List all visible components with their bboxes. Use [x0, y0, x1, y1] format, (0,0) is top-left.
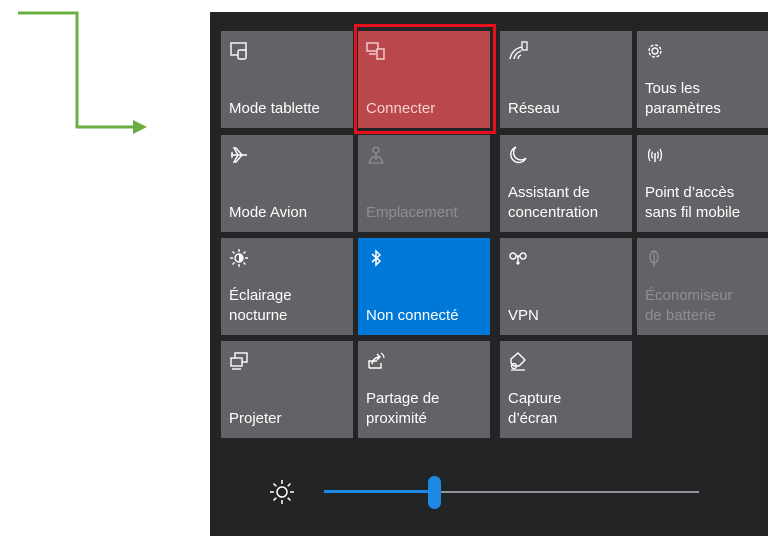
moon-icon [508, 145, 528, 165]
tile-label: Réseau [508, 100, 560, 117]
tile-label: Économiseur de batterie [645, 287, 733, 324]
tile-bluetooth[interactable]: Non connecté [358, 238, 490, 335]
screen-snip-icon [508, 351, 528, 371]
tile-nearby-sharing[interactable]: Partage de proximité [358, 341, 490, 438]
tile-battery-saver[interactable]: Économiseur de batterie [637, 238, 768, 335]
tile-vpn[interactable]: VPN [500, 238, 632, 335]
tile-label: Mode tablette [229, 100, 320, 117]
tile-screen-snip[interactable]: Capture d’écran [500, 341, 632, 438]
brightness-slider-track[interactable] [435, 491, 699, 493]
tile-label: Non connecté [366, 307, 459, 324]
brightness-slider-fill [324, 490, 435, 493]
tile-label: Mode Avion [229, 204, 308, 221]
tablet-mode-icon [229, 41, 249, 61]
pointer-arrow [18, 11, 147, 134]
tile-label: Éclairage nocturne [229, 287, 292, 324]
brightness-slider-thumb[interactable] [428, 476, 441, 509]
tile-label: Assistant de concentration [508, 184, 599, 221]
hotspot-icon [645, 145, 665, 165]
tile-label: Projeter [229, 410, 282, 427]
tile-label: VPN [508, 307, 539, 324]
tile-mobile-hotspot[interactable]: Point d’accès sans fil mobile [637, 135, 768, 232]
settings-gear-icon [645, 41, 665, 61]
tile-network[interactable]: Réseau [500, 31, 632, 128]
tile-night-light[interactable]: Éclairage nocturne [221, 238, 353, 335]
tile-label: Tous les paramètres [645, 80, 721, 117]
tile-focus-assist[interactable]: Assistant de concentration [500, 135, 632, 232]
network-icon [508, 41, 528, 61]
project-icon [229, 351, 249, 371]
tile-label: Emplacement [366, 204, 458, 221]
location-icon [366, 145, 386, 165]
tile-label: Partage de proximité [366, 390, 440, 427]
airplane-icon [229, 145, 249, 165]
battery-saver-icon [645, 248, 665, 268]
vpn-icon [508, 248, 528, 268]
night-light-icon [229, 248, 249, 268]
tile-tablet-mode[interactable]: Mode tablette [221, 31, 353, 128]
nearby-sharing-icon [366, 351, 386, 371]
tile-label: Point d’accès sans fil mobile [645, 184, 741, 221]
bluetooth-icon [366, 248, 386, 268]
tile-project[interactable]: Projeter [221, 341, 353, 438]
connect-highlight-box [354, 24, 496, 134]
brightness-icon [270, 480, 294, 504]
tile-label: Capture d’écran [508, 390, 562, 427]
tile-all-settings[interactable]: Tous les paramètres [637, 31, 768, 128]
tile-location[interactable]: Emplacement [358, 135, 490, 232]
tile-airplane-mode[interactable]: Mode Avion [221, 135, 353, 232]
